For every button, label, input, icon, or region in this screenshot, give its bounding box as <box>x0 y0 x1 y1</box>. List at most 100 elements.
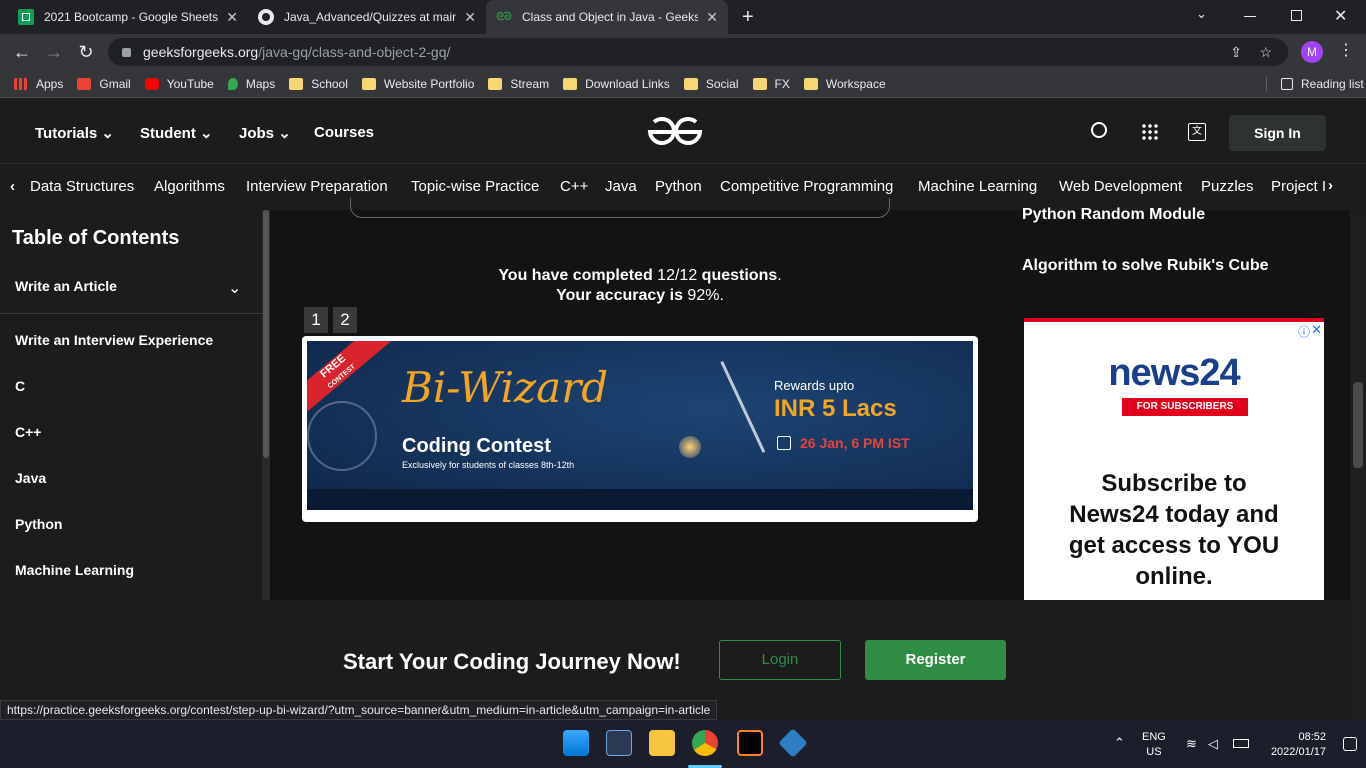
wifi-icon[interactable]: ≋ <box>1186 736 1197 752</box>
menu-tutorials[interactable]: Tutorials ⌄ <box>35 124 114 142</box>
subnav-item[interactable]: Web Development <box>1059 178 1182 195</box>
virtualbox-icon[interactable] <box>778 728 808 758</box>
apps-grid-icon[interactable] <box>1141 123 1159 141</box>
restore-button[interactable] <box>1291 10 1302 21</box>
chevron-up-icon[interactable]: ⌃ <box>1114 735 1125 751</box>
windows-taskbar: ⌃ ENG US ≋ ◁ 08:52 2022/01/17 <box>0 720 1366 768</box>
toc-scrollbar[interactable] <box>262 210 270 600</box>
toc-item[interactable]: Java <box>15 470 46 486</box>
ad-info-icon[interactable]: ⓘ <box>1298 323 1310 340</box>
ad-close-icon[interactable]: ✕ <box>1311 322 1322 338</box>
bookmark-youtube[interactable]: YouTube <box>144 77 214 91</box>
bookmark-social[interactable]: Social <box>683 77 739 91</box>
tab-geeksforgeeks[interactable]: ᘓᘐ Class and Object in Java - GeeksG ✕ <box>486 0 728 34</box>
toc-item[interactable]: Machine Learning <box>15 562 134 578</box>
subnav-item[interactable]: Algorithms <box>154 178 225 195</box>
toc-item[interactable]: C <box>15 378 25 394</box>
bookmark-apps[interactable]: Apps <box>14 77 63 91</box>
menu-jobs[interactable]: Jobs ⌄ <box>239 124 291 142</box>
google-sheets-icon <box>18 9 34 25</box>
bookmark-website-portfolio[interactable]: Website Portfolio <box>361 76 475 91</box>
subnav-item[interactable]: Topic-wise Practice <box>411 178 539 195</box>
notification-icon[interactable] <box>1343 737 1357 751</box>
bookmark-workspace[interactable]: Workspace <box>803 77 886 91</box>
quiz-page-1[interactable]: 1 <box>304 307 328 333</box>
quiz-page-2[interactable]: 2 <box>333 307 357 333</box>
bookmark-stream[interactable]: Stream <box>488 77 549 91</box>
contest-banner[interactable]: FREE CONTEST Bi-Wizard Coding Contest Exc… <box>307 341 973 510</box>
quiz-accuracy-text: Your accuracy is 92%. <box>556 287 724 304</box>
tab-github[interactable]: Java_Advanced/Quizzes at main ✕ <box>248 0 486 34</box>
subnav-item[interactable]: Competitive Programming <box>720 178 893 195</box>
close-icon[interactable]: ✕ <box>706 9 718 26</box>
contest-banner-frame[interactable]: FREE CONTEST Bi-Wizard Coding Contest Exc… <box>302 336 978 522</box>
back-button[interactable]: ← <box>10 40 34 64</box>
address-bar[interactable]: geeksforgeeks.org/java-gq/class-and-obje… <box>108 38 1288 66</box>
subnav-item[interactable]: Machine Learning <box>918 178 1037 195</box>
forward-button[interactable]: → <box>42 40 66 64</box>
banner-date: 26 Jan, 6 PM IST <box>800 435 910 451</box>
subnav-item[interactable]: C++ <box>560 178 588 195</box>
menu-courses[interactable]: Courses <box>314 124 374 141</box>
gfg-logo-icon[interactable] <box>646 116 704 148</box>
search-icon[interactable] <box>1091 122 1107 138</box>
language-indicator[interactable]: ENG US <box>1142 730 1166 760</box>
reload-button[interactable]: ↻ <box>74 40 98 64</box>
close-window-button[interactable]: ✕ <box>1334 6 1347 26</box>
profile-avatar[interactable]: M <box>1301 41 1323 63</box>
sidebar-right: Python Random Module Algorithm to solve … <box>1010 206 1356 600</box>
calendar-icon <box>777 436 791 450</box>
bookmark-maps[interactable]: Maps <box>227 77 275 91</box>
bookmark-label: Website Portfolio <box>383 76 475 91</box>
register-button[interactable]: Register <box>865 640 1006 680</box>
related-link[interactable]: Python Random Module <box>1022 206 1205 224</box>
chevron-down-icon[interactable]: ⌄ <box>228 278 241 298</box>
task-manager-icon[interactable] <box>606 730 632 756</box>
clock[interactable]: 08:52 2022/01/17 <box>1262 730 1326 760</box>
subnav-item[interactable]: Interview Preparation <box>246 178 388 195</box>
subnav-item[interactable]: Java <box>605 178 637 195</box>
file-explorer-icon[interactable] <box>649 730 675 756</box>
news24-ad[interactable]: ⓘ ✕ news24 FOR SUBSCRIBERS Subscribe to … <box>1024 318 1324 600</box>
windows-start-icon[interactable] <box>563 730 589 756</box>
bookmark-download-links[interactable]: Download Links <box>563 77 670 91</box>
chevron-right-icon[interactable]: › <box>1326 172 1366 202</box>
bookmark-label: School <box>311 76 348 91</box>
bookmark-label: Stream <box>510 76 550 91</box>
tab-search-icon[interactable]: ⌄ <box>1196 6 1207 22</box>
close-icon[interactable]: ✕ <box>464 9 476 26</box>
toc-item-write-article[interactable]: Write an Article <box>15 278 117 294</box>
toc-item[interactable]: C++ <box>15 424 41 440</box>
bookmark-gmail[interactable]: Gmail <box>77 77 131 91</box>
intellij-idea-icon[interactable] <box>737 730 763 756</box>
scrollbar-thumb[interactable] <box>263 210 269 458</box>
login-button[interactable]: Login <box>719 640 841 680</box>
new-tab-button[interactable]: + <box>732 0 764 34</box>
menu-student[interactable]: Student ⌄ <box>140 124 213 142</box>
reading-list-button[interactable]: Reading list <box>1266 76 1364 91</box>
battery-icon[interactable] <box>1233 739 1249 748</box>
chrome-icon[interactable] <box>692 730 718 756</box>
share-icon[interactable]: ⇪ <box>1230 44 1242 61</box>
minimize-button[interactable] <box>1244 16 1256 17</box>
subnav-item[interactable]: Data Structures <box>30 178 134 195</box>
sign-in-button[interactable]: Sign In <box>1229 115 1326 151</box>
related-link[interactable]: Algorithm to solve Rubik's Cube <box>1022 257 1269 275</box>
page-scrollbar[interactable] <box>1350 210 1366 720</box>
chevron-left-icon[interactable]: ‹ <box>10 178 15 195</box>
speaker-icon[interactable]: ◁ <box>1208 736 1218 752</box>
bookmark-fx[interactable]: FX <box>752 77 790 91</box>
bookmark-school[interactable]: School <box>289 77 348 91</box>
scrollbar-thumb[interactable] <box>1353 382 1363 468</box>
toc-item[interactable]: Write an Interview Experience <box>15 332 213 348</box>
kebab-menu-icon[interactable]: ⋮ <box>1338 40 1354 60</box>
close-icon[interactable]: ✕ <box>226 9 238 26</box>
tab-google-sheets[interactable]: 2021 Bootcamp - Google Sheets ✕ <box>8 0 248 34</box>
accuracy-value: 92% <box>687 287 720 304</box>
toc-item[interactable]: Python <box>15 516 62 532</box>
rewards-label: Rewards upto <box>774 378 855 393</box>
subnav-item[interactable]: Python <box>655 178 702 195</box>
subnav-item[interactable]: Puzzles <box>1201 178 1254 195</box>
translate-icon[interactable]: 文 <box>1188 123 1206 141</box>
star-icon[interactable]: ☆ <box>1259 44 1272 61</box>
